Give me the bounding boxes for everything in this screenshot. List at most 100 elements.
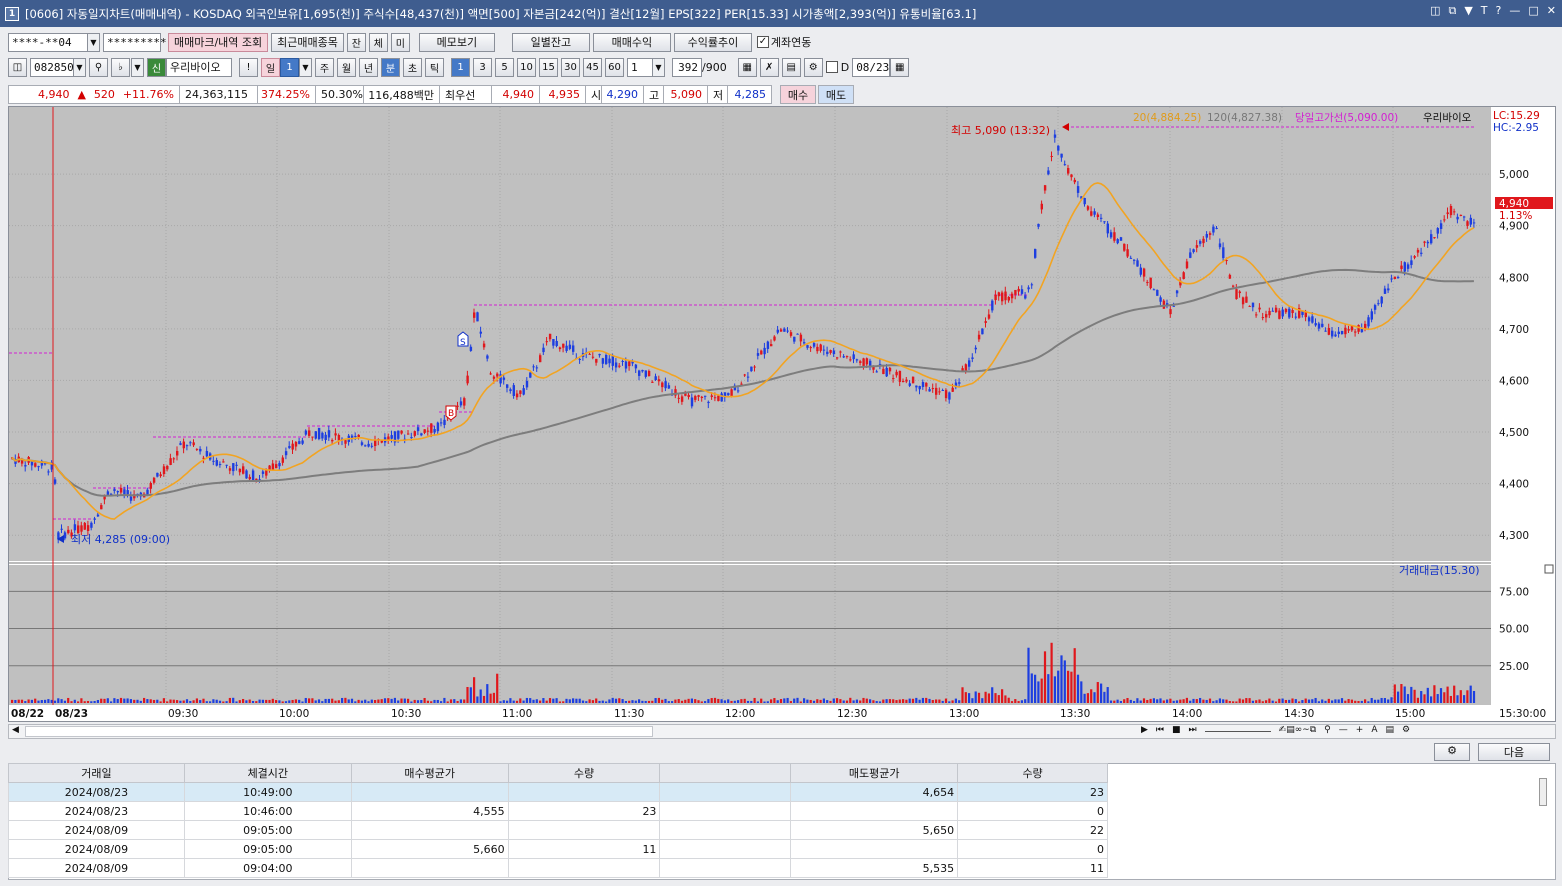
link-icon[interactable]: ⧉	[1448, 4, 1456, 18]
buy-button[interactable]: 매수	[780, 85, 816, 104]
col-sell-qty[interactable]: 수량	[957, 763, 1108, 783]
table-row[interactable]: 2024/08/23 10:49:00 4,654 23	[8, 782, 1108, 802]
price-tick-label: 4,600	[1499, 375, 1529, 387]
minute-45[interactable]: 45	[583, 57, 602, 77]
draw-tools-icon[interactable]: ✍▤∞∼⧉	[1279, 725, 1317, 735]
memo-button[interactable]: 메모보기	[418, 32, 495, 52]
minute-3[interactable]: 3	[473, 57, 492, 77]
table-row[interactable]: 2024/08/09 09:04:00 5,535 11	[8, 858, 1108, 878]
daily-balance-button[interactable]: 일별잔고	[511, 32, 590, 52]
minute-5[interactable]: 5	[495, 57, 514, 77]
trade-mark-button[interactable]: 매매마크/내역 조회	[168, 32, 269, 52]
stock-name-field[interactable]: 우리바이오	[166, 57, 232, 77]
gear-icon[interactable]: ⚙	[803, 57, 823, 77]
volume-bar	[1017, 701, 1020, 703]
stock-code-field[interactable]: 082850	[30, 57, 74, 77]
speaker-icon[interactable]: ♭	[111, 57, 130, 77]
chart-scrollbar[interactable]: ◀ ▶ ⏮ ■ ⏭ ✍▤∞∼⧉ ⚲ — + A ▤ ⚙	[8, 724, 1556, 739]
minimize-icon[interactable]: —	[1509, 4, 1520, 18]
minute-10[interactable]: 10	[517, 57, 536, 77]
d-checkbox[interactable]	[825, 61, 838, 73]
period-week[interactable]: 주	[315, 57, 334, 77]
account-field[interactable]: ****-**04	[8, 32, 88, 52]
trade-profit-button[interactable]: 매매수익	[592, 32, 671, 52]
volume-bar	[740, 699, 743, 703]
col-date[interactable]: 거래일	[8, 763, 185, 783]
minute-60[interactable]: 60	[605, 57, 624, 77]
next-button[interactable]: 다음	[1478, 743, 1550, 761]
zoom-in-icon[interactable]: +	[1356, 725, 1364, 735]
volume-bar	[614, 698, 618, 703]
recent-trades-button[interactable]: 최근매매종목	[271, 32, 344, 52]
restore-layout-icon[interactable]: ◫	[1430, 4, 1440, 18]
table-row[interactable]: 2024/08/09 09:05:00 5,660 11 0	[8, 839, 1108, 859]
col-sell-avg[interactable]: 매도평균가	[790, 763, 959, 783]
calendar-icon[interactable]: ▦	[890, 57, 910, 77]
maximize-icon[interactable]: □	[1528, 4, 1538, 18]
col-buy-qty[interactable]: 수량	[507, 763, 661, 783]
candle-body	[944, 390, 948, 399]
chevron-down-icon[interactable]: ▼	[87, 32, 100, 52]
period-minute[interactable]: 분	[381, 57, 400, 77]
checkbox-icon[interactable]: ✓	[756, 36, 769, 48]
table-row[interactable]: 2024/08/23 10:46:00 4,555 23 0	[8, 801, 1108, 821]
view-icon[interactable]: ▤	[1385, 725, 1394, 735]
search-icon[interactable]: ⚲	[89, 57, 108, 77]
period-mult[interactable]: 1	[280, 57, 299, 77]
table-row[interactable]: 2024/08/09 09:05:00 5,650 22	[8, 820, 1108, 840]
candle-body	[1423, 241, 1426, 243]
period-year[interactable]: 년	[359, 57, 378, 77]
pin-icon[interactable]: ▼	[1464, 4, 1472, 18]
minute-1[interactable]: 1	[451, 57, 470, 77]
chart-area[interactable]: 5,000 4,900 4,800 4,700 4,600 4,500 4,400 4,300…	[8, 106, 1556, 722]
price-volume-chart[interactable]: 5,000 4,900 4,800 4,700 4,600 4,500 4,400 4,300…	[9, 107, 1555, 721]
col-time[interactable]: 체결시간	[183, 763, 352, 783]
minute-15[interactable]: 15	[539, 57, 558, 77]
profit-rate-button[interactable]: 수익률추이	[673, 32, 752, 52]
scroll-left-icon[interactable]: ◀	[12, 725, 19, 735]
scroll-thumb[interactable]	[25, 726, 653, 737]
password-field[interactable]: *********	[103, 32, 167, 52]
period-month[interactable]: 월	[337, 57, 356, 77]
rewind-icon[interactable]: ⏮	[1156, 725, 1164, 735]
maximize-pane-icon[interactable]	[1544, 564, 1554, 574]
balance-button[interactable]: 잔	[346, 32, 366, 52]
zoom-out-icon[interactable]: —	[1339, 725, 1348, 735]
account-link-checkbox[interactable]: ✓ 계좌연동	[756, 34, 811, 50]
period-second[interactable]: 초	[403, 57, 422, 77]
stop-icon[interactable]: ■	[1172, 725, 1181, 735]
filled-button[interactable]: 체	[368, 32, 388, 52]
zoom-icon[interactable]: ⚲	[1324, 725, 1331, 735]
text-tool-icon[interactable]: A	[1371, 725, 1377, 735]
period-tick[interactable]: 틱	[425, 57, 444, 77]
col-buy-avg[interactable]: 매수평균가	[350, 763, 509, 783]
count-field[interactable]: 392	[672, 57, 702, 77]
tools-icon[interactable]: ✗	[759, 57, 779, 77]
multiplier-field[interactable]: 1	[627, 57, 653, 77]
help-icon[interactable]: ?	[1496, 4, 1502, 18]
font-icon[interactable]: T	[1481, 4, 1488, 18]
close-icon[interactable]: ✕	[1547, 4, 1556, 18]
indicator-icon[interactable]: ▦	[737, 57, 757, 77]
gear-button[interactable]: ⚙	[1434, 743, 1470, 761]
chevron-down-icon[interactable]: ▼	[131, 57, 144, 77]
candle-body	[1241, 297, 1245, 305]
sell-button[interactable]: 매도	[818, 85, 854, 104]
chevron-down-icon[interactable]: ▼	[299, 57, 312, 77]
period-day[interactable]: 일	[261, 57, 280, 77]
forward-icon[interactable]: ⏭	[1189, 725, 1197, 735]
settings-icon[interactable]: ⚙	[1402, 725, 1410, 735]
minute-30[interactable]: 30	[561, 57, 580, 77]
candle-body	[469, 346, 473, 351]
save-icon[interactable]: ▤	[781, 57, 801, 77]
grid-scrollbar[interactable]	[1539, 778, 1547, 806]
alert-button[interactable]: !	[239, 57, 258, 77]
table-cell	[659, 839, 792, 859]
chevron-down-icon[interactable]: ▼	[652, 57, 665, 77]
zoom-slider[interactable]	[1204, 725, 1271, 732]
unfilled-button[interactable]: 미	[390, 32, 410, 52]
date-field[interactable]: 08/23	[852, 57, 891, 77]
scroll-right-icon[interactable]: ▶	[1141, 725, 1148, 735]
chevron-down-icon[interactable]: ▼	[73, 57, 86, 77]
layout-icon[interactable]: ◫	[8, 57, 27, 77]
